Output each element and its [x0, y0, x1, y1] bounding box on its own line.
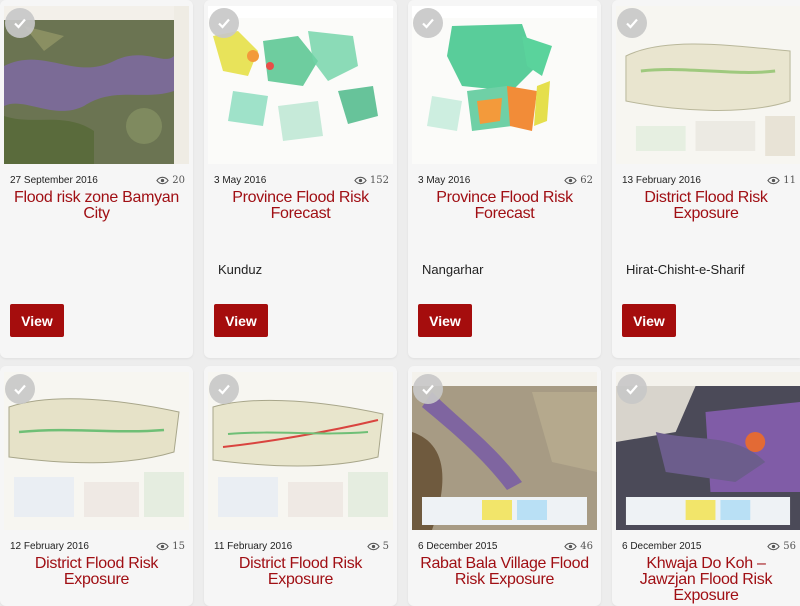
card-title[interactable]: District Flood Risk Exposure — [618, 190, 794, 222]
map-card[interactable]: 13 February 2016 11 District Flood Risk … — [612, 0, 800, 358]
map-card[interactable]: 3 May 2016 62 Province Flood Risk Foreca… — [408, 0, 601, 358]
card-title[interactable]: Province Flood Risk Forecast — [210, 190, 391, 222]
eye-icon — [354, 176, 367, 185]
card-title[interactable]: District Flood Risk Exposure — [6, 556, 187, 588]
card-title[interactable]: Khwaja Do Koh – Jawzjan Flood Risk Expos… — [618, 556, 794, 604]
view-count-value: 20 — [172, 175, 185, 186]
eye-icon — [767, 542, 781, 551]
view-count-value: 46 — [580, 541, 593, 552]
province-label: Hirat-Chisht-e-Sharif — [626, 262, 745, 277]
selected-check-badge[interactable] — [413, 8, 443, 38]
card-title[interactable]: Province Flood Risk Forecast — [414, 190, 595, 222]
publish-date: 3 May 2016 — [418, 175, 471, 186]
map-card[interactable]: 3 May 2016 152 Province Flood Risk Forec… — [204, 0, 397, 358]
view-count: 46 — [564, 541, 593, 552]
publish-date: 13 February 2016 — [622, 175, 701, 186]
map-card[interactable]: 27 September 2016 20 Flood risk zone Bam… — [0, 0, 193, 358]
selected-check-badge[interactable] — [209, 8, 239, 38]
eye-icon — [156, 176, 170, 185]
selected-check-badge[interactable] — [413, 374, 443, 404]
view-count-value: 11 — [783, 175, 796, 186]
publish-date: 6 December 2015 — [418, 541, 498, 552]
view-count: 62 — [564, 175, 593, 186]
publish-date: 27 September 2016 — [10, 175, 98, 186]
selected-check-badge[interactable] — [617, 8, 647, 38]
view-count-value: 15 — [172, 541, 185, 552]
check-icon — [14, 384, 26, 395]
map-card[interactable]: 6 December 2015 56 Khwaja Do Koh – Jawzj… — [612, 366, 800, 606]
eye-icon — [564, 176, 578, 185]
map-card[interactable]: 11 February 2016 5 District Flood Risk E… — [204, 366, 397, 606]
view-count: 152 — [354, 175, 389, 186]
province-label: Kunduz — [218, 262, 263, 277]
selected-check-badge[interactable] — [209, 374, 239, 404]
card-title[interactable]: Rabat Bala Village Flood Risk Exposure — [414, 556, 595, 588]
check-icon — [14, 18, 26, 29]
selected-check-badge[interactable] — [5, 374, 35, 404]
view-count: 20 — [156, 175, 185, 186]
eye-icon — [564, 542, 578, 551]
selected-check-badge[interactable] — [617, 374, 647, 404]
view-count-value: 56 — [783, 541, 796, 552]
map-card[interactable]: 12 February 2016 15 District Flood Risk … — [0, 366, 193, 606]
selected-check-badge[interactable] — [5, 8, 35, 38]
publish-date: 11 February 2016 — [214, 541, 293, 552]
check-icon — [422, 384, 434, 395]
view-button[interactable]: View — [214, 304, 268, 337]
check-icon — [218, 18, 230, 29]
check-icon — [422, 18, 434, 29]
view-count: 15 — [156, 541, 185, 552]
view-button[interactable]: View — [418, 304, 472, 337]
view-button[interactable]: View — [10, 304, 64, 337]
publish-date: 6 December 2015 — [622, 541, 702, 552]
card-title[interactable]: Flood risk zone Bamyan City — [6, 190, 187, 222]
view-count: 56 — [767, 541, 796, 552]
eye-icon — [366, 542, 380, 551]
card-title[interactable]: District Flood Risk Exposure — [210, 556, 391, 588]
view-button[interactable]: View — [622, 304, 676, 337]
view-count-value: 152 — [369, 175, 389, 186]
view-count-value: 62 — [580, 175, 593, 186]
eye-icon — [156, 542, 170, 551]
view-count: 5 — [366, 541, 389, 552]
publish-date: 3 May 2016 — [214, 175, 267, 186]
eye-icon — [767, 176, 781, 185]
check-icon — [218, 384, 230, 395]
view-count: 11 — [767, 175, 796, 186]
check-icon — [626, 18, 638, 29]
map-card[interactable]: 6 December 2015 46 Rabat Bala Village Fl… — [408, 366, 601, 606]
check-icon — [626, 384, 638, 395]
publish-date: 12 February 2016 — [10, 541, 89, 552]
province-label: Nangarhar — [422, 262, 484, 277]
view-count-value: 5 — [382, 541, 389, 552]
